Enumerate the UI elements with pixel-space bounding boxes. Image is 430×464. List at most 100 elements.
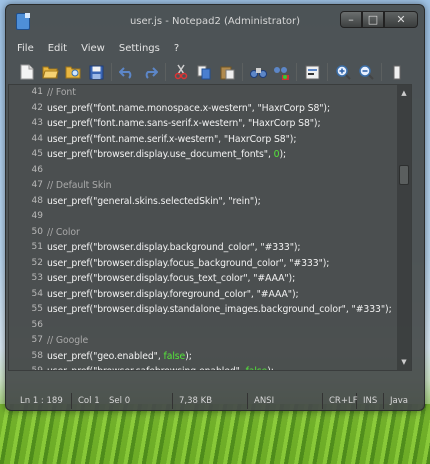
code-text: user_pref("font.name.serif.x-western", "… <box>47 133 297 145</box>
copy-icon <box>197 65 210 79</box>
undo-button[interactable] <box>118 63 136 81</box>
line-number: 49 <box>31 211 43 221</box>
code-line[interactable]: 43 user_pref("font.name.sans-serif.x-west… <box>9 116 397 132</box>
find-icon <box>249 68 267 78</box>
scroll-up-icon[interactable]: ▲ <box>397 87 411 99</box>
code-text: user_pref("browser.safebrowsing.enabled"… <box>47 366 246 370</box>
redo-button[interactable] <box>141 63 159 81</box>
new-file-button[interactable] <box>18 63 36 81</box>
cut-icon <box>174 64 188 80</box>
code-line[interactable]: 41 // Font <box>9 85 397 101</box>
line-code: // Default Skin <box>47 178 112 194</box>
code-line[interactable]: 44 user_pref("font.name.serif.x-western",… <box>9 132 397 148</box>
browse-button[interactable] <box>64 63 82 81</box>
copy-button[interactable] <box>195 63 213 81</box>
menu-file[interactable]: File <box>17 43 34 54</box>
minimize-button[interactable]: – <box>340 11 362 28</box>
code-text: user_pref("browser.display.foreground_co… <box>47 288 299 300</box>
status-bar: Ln 1 : 189 Col 1 Sel 0 7,38 KB ANSI CR+L… <box>14 393 418 409</box>
scroll-down-icon[interactable]: ▼ <box>397 356 411 368</box>
menu-settings[interactable]: Settings <box>119 43 160 54</box>
line-number: 44 <box>31 133 43 144</box>
line-number: 52 <box>31 257 43 268</box>
code-literal: false <box>163 350 186 362</box>
line-number: 55 <box>31 304 43 314</box>
line-code: user_pref("general.skins.selectedSkin", … <box>47 194 261 210</box>
line-code: // Color <box>47 225 80 241</box>
code-comment: // Color <box>47 226 80 238</box>
replace-button[interactable] <box>272 63 290 81</box>
line-code: user_pref("browser.display.use_document_… <box>47 147 286 163</box>
maximize-button[interactable]: □ <box>362 11 384 28</box>
code-text: ); <box>279 149 287 160</box>
code-line[interactable]: 46 <box>9 163 397 179</box>
code-text: ); <box>267 366 274 370</box>
open-button[interactable] <box>41 63 59 81</box>
code-line[interactable]: 49 <box>9 209 397 225</box>
menu-bar: File Edit View Settings ? <box>6 39 424 57</box>
open-folder-icon <box>41 66 59 79</box>
desktop-wallpaper <box>0 404 430 464</box>
line-code: user_pref("browser.display.focus_text_co… <box>47 271 295 287</box>
text-editor[interactable]: 41 // Font 42 user_pref("font.name.monospac… <box>8 84 412 371</box>
more-button[interactable] <box>388 63 406 81</box>
code-line[interactable]: 52 user_pref("browser.display.focus_backg… <box>9 256 397 272</box>
code-line[interactable]: 51 user_pref("browser.display.background_… <box>9 240 397 256</box>
scroll-thumb[interactable] <box>399 165 409 185</box>
toolbar-separator <box>165 63 166 81</box>
toolbar-separator <box>111 63 112 81</box>
zoom-in-button[interactable] <box>334 63 352 81</box>
code-text: user_pref("browser.display.use_document_… <box>47 149 274 160</box>
line-number: 41 <box>31 87 43 97</box>
line-code: user_pref("browser.display.background_co… <box>47 240 301 256</box>
line-number: 48 <box>31 195 43 206</box>
paste-icon <box>220 66 234 79</box>
code-line[interactable]: 54 user_pref("browser.display.foreground_… <box>9 287 397 303</box>
code-text: user_pref("browser.display.background_co… <box>47 242 301 253</box>
line-number: 50 <box>31 226 43 237</box>
title-bar[interactable]: user.js - Notepad2 (Administrator) – □ ✕ <box>6 5 424 39</box>
scheme-button[interactable] <box>303 63 321 81</box>
save-icon <box>89 65 103 79</box>
find-button[interactable] <box>249 63 267 81</box>
code-line[interactable]: 57 // Google <box>9 333 397 349</box>
code-lines: 41 // Font 42 user_pref("font.name.monospac… <box>9 85 397 370</box>
line-number: 51 <box>31 242 43 252</box>
menu-help[interactable]: ? <box>174 43 179 54</box>
status-eol[interactable]: CR+LF <box>323 393 358 409</box>
code-line[interactable]: 59 user_pref("browser.safebrowsing.enable… <box>9 364 397 370</box>
code-line[interactable]: 42 user_pref("font.name.monospace.x-weste… <box>9 101 397 117</box>
zoom-out-button[interactable] <box>357 63 375 81</box>
code-comment: // Default Skin <box>47 180 112 191</box>
line-code: // Font <box>47 85 76 101</box>
line-code: user_pref("browser.display.focus_backgro… <box>47 256 329 272</box>
toolbar <box>10 59 420 85</box>
code-line[interactable]: 58 user_pref("geo.enabled", false); <box>9 349 397 365</box>
line-code: user_pref("browser.safebrowsing.enabled"… <box>47 364 274 370</box>
save-button[interactable] <box>87 63 105 81</box>
paste-button[interactable] <box>218 63 236 81</box>
toolbar-separator <box>327 63 328 81</box>
close-button[interactable]: ✕ <box>384 11 418 28</box>
code-line[interactable]: 45 user_pref("browser.display.use_documen… <box>9 147 397 163</box>
vertical-scrollbar[interactable]: ▲ ▼ <box>397 85 411 370</box>
code-line[interactable]: 56 <box>9 318 397 334</box>
code-line[interactable]: 53 user_pref("browser.display.focus_text_… <box>9 271 397 287</box>
status-col: Col 1 <box>78 396 100 406</box>
status-size: 7,38 KB <box>173 393 248 409</box>
code-line[interactable]: 48 user_pref("general.skins.selectedSkin"… <box>9 194 397 210</box>
code-text: user_pref("font.name.monospace.x-western… <box>47 102 330 114</box>
line-number: 57 <box>31 335 43 345</box>
cut-button[interactable] <box>172 63 190 81</box>
status-ins[interactable]: INS <box>357 393 384 409</box>
line-number: 47 <box>31 180 43 190</box>
code-line[interactable]: 47 // Default Skin <box>9 178 397 194</box>
status-lexer[interactable]: Java <box>384 393 418 409</box>
code-text: user_pref("general.skins.selectedSkin", … <box>47 195 261 207</box>
code-line[interactable]: 50 // Color <box>9 225 397 241</box>
menu-edit[interactable]: Edit <box>48 43 67 54</box>
menu-view[interactable]: View <box>81 43 105 54</box>
line-number: 58 <box>31 350 43 361</box>
code-line[interactable]: 55 user_pref("browser.display.standalone_… <box>9 302 397 318</box>
status-encoding[interactable]: ANSI <box>248 393 323 409</box>
